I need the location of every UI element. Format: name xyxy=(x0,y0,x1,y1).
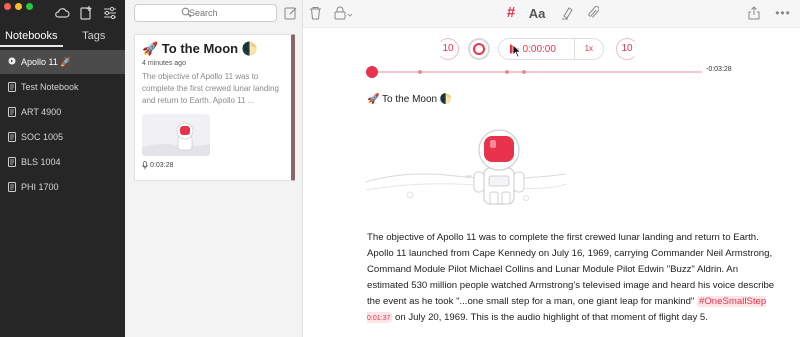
bookmark-marker[interactable] xyxy=(505,70,509,74)
notebook-icon xyxy=(8,182,16,192)
notebook-icon xyxy=(8,107,16,117)
skip-back-button[interactable]: 10 xyxy=(437,38,459,60)
skip-forward-button[interactable]: 10 xyxy=(616,38,638,60)
playback-time: 0:00:00 xyxy=(522,43,556,55)
note-title[interactable]: 🚀 To the Moon 🌓 xyxy=(367,94,452,105)
note-body[interactable]: The objective of Apollo 11 was to comple… xyxy=(367,230,779,327)
remaining-time: -0:03:28 xyxy=(706,66,732,73)
notebook-icon xyxy=(8,82,16,92)
cloud-sync-icon[interactable] xyxy=(54,5,70,21)
settings-sliders-icon[interactable] xyxy=(102,5,118,21)
note-list-panel: 🚀 To the Moon 🌓 4 minutes ago The object… xyxy=(125,0,303,337)
note-card[interactable]: 🚀 To the Moon 🌓 4 minutes ago The object… xyxy=(134,34,295,181)
notebook-item-apollo-11[interactable]: Apollo 11 🚀 xyxy=(0,50,125,74)
notebook-item-test-notebook[interactable]: Test Notebook xyxy=(0,75,125,99)
note-card-thumbnail xyxy=(142,114,210,156)
close-window-button[interactable] xyxy=(4,3,11,10)
astronaut-illustration xyxy=(366,129,566,205)
sidebar-tabs: Notebooks Tags xyxy=(0,29,125,47)
notebook-icon xyxy=(8,132,16,142)
microphone-icon xyxy=(142,161,148,170)
audio-duration: 0:03:28 xyxy=(150,162,174,169)
attachment-icon[interactable] xyxy=(585,5,601,21)
editor-toolbar: # Aa ••• xyxy=(284,0,800,28)
scrubber-handle[interactable] xyxy=(366,66,378,78)
notebook-item-soc-1005[interactable]: SOC 1005 xyxy=(0,125,125,149)
bookmark-marker[interactable] xyxy=(522,70,526,74)
notebook-item-art-4900[interactable]: ART 4900 xyxy=(0,100,125,124)
search-icon xyxy=(181,7,192,18)
note-card-time: 4 minutes ago xyxy=(142,60,186,67)
tag-timestamp: 0:01:37 xyxy=(367,315,391,322)
notebook-item-phi-1700[interactable]: PHI 1700 xyxy=(0,175,125,199)
lock-icon[interactable] xyxy=(333,5,355,21)
record-button[interactable] xyxy=(468,38,490,60)
notebook-label: SOC 1005 xyxy=(21,132,64,142)
font-icon[interactable]: Aa xyxy=(528,5,546,21)
hashtag-icon[interactable]: # xyxy=(503,5,519,21)
audio-player: 10 0:00:00 1x 10 -0:03:28 xyxy=(303,28,800,86)
highlighter-icon[interactable] xyxy=(559,5,575,21)
share-icon[interactable] xyxy=(746,5,762,21)
notebook-circle-icon xyxy=(8,57,16,67)
sidebar-toolbar xyxy=(54,5,118,21)
trash-icon[interactable] xyxy=(307,5,323,21)
minimize-window-button[interactable] xyxy=(15,3,22,10)
editor-panel: # Aa ••• 10 0:00:00 1x 10 -0:03:28 🚀 To xyxy=(284,0,800,337)
zoom-window-button[interactable] xyxy=(26,3,33,10)
more-icon[interactable]: ••• xyxy=(773,5,793,21)
notebook-label: BLS 1004 xyxy=(21,157,61,167)
speed-button[interactable]: 1x xyxy=(573,39,603,59)
search-box[interactable] xyxy=(134,4,277,22)
tab-tags[interactable]: Tags xyxy=(63,29,126,47)
note-body-text-end: on July 20, 1969. This is the audio high… xyxy=(392,312,708,323)
notebook-label: PHI 1700 xyxy=(21,182,59,192)
tab-notebooks[interactable]: Notebooks xyxy=(0,29,63,47)
mouse-cursor-icon xyxy=(512,44,522,58)
playback-scrubber[interactable] xyxy=(366,66,702,78)
note-card-title: 🚀 To the Moon 🌓 xyxy=(142,41,258,56)
tag-label: #OneSmallStep xyxy=(699,296,767,307)
notebook-label: Test Notebook xyxy=(21,82,79,92)
note-card-audio: 0:03:28 xyxy=(142,161,284,170)
notebook-list: Apollo 11 🚀 Test Notebook ART 4900 SOC 1… xyxy=(0,50,125,200)
notebook-item-bls-1004[interactable]: BLS 1004 xyxy=(0,150,125,174)
compose-icon[interactable] xyxy=(283,5,299,21)
note-card-snippet: The objective of Apollo 11 was to comple… xyxy=(142,72,279,105)
bookmark-marker[interactable] xyxy=(418,70,422,74)
sidebar: Notebooks Tags Apollo 11 🚀 Test Notebook… xyxy=(0,0,125,337)
new-notebook-icon[interactable] xyxy=(78,5,94,21)
window-controls xyxy=(4,3,33,10)
notebook-icon xyxy=(8,157,16,167)
notebook-label: Apollo 11 🚀 xyxy=(21,56,72,67)
notebook-label: ART 4900 xyxy=(21,107,62,117)
